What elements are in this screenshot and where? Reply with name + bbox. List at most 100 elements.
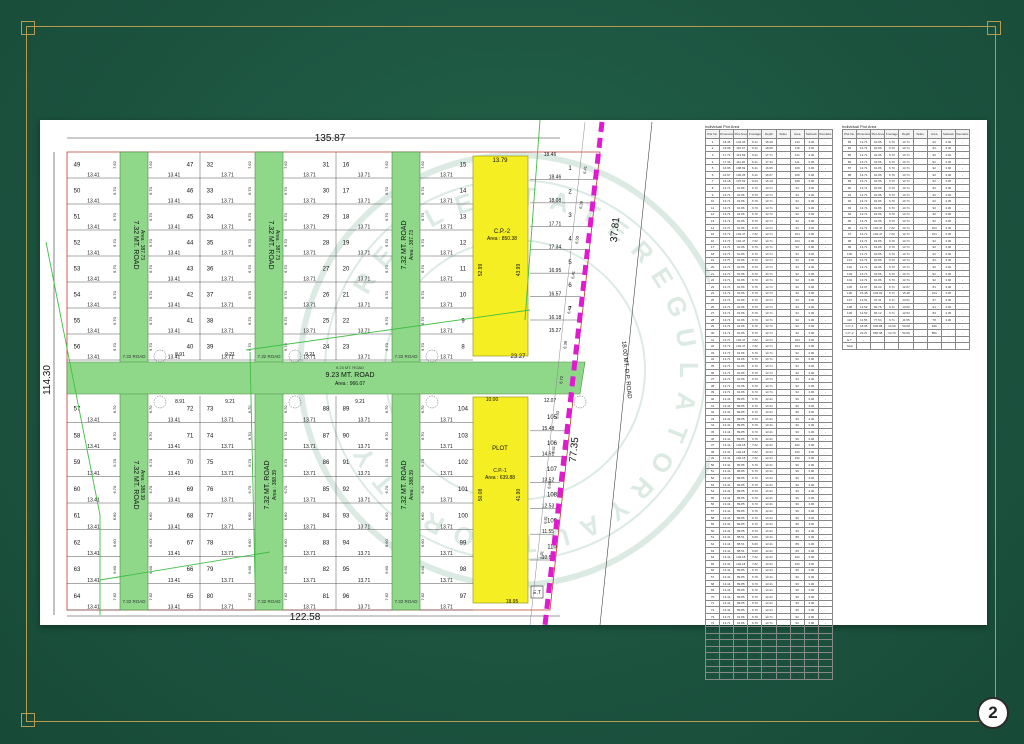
table-cell: 6.70 — [747, 395, 763, 403]
table-cell — [912, 283, 928, 291]
table-cell: 91.86 — [870, 243, 886, 252]
main-road-area: Area : 966.07 — [335, 381, 365, 387]
table-cell: 3.00 — [803, 197, 819, 205]
table-cell: - — [817, 494, 834, 502]
plot-width-dim: 13.41 — [168, 199, 181, 205]
table-cell: 89.85 — [733, 520, 749, 529]
table-cell: 104.47 — [870, 230, 886, 238]
table-cell: 92 — [789, 639, 805, 647]
corner-plot-dim: 9.21 — [305, 352, 315, 358]
table-cell: 13.71 — [719, 639, 735, 647]
table-cell: 13.71 — [719, 625, 735, 634]
table-cell: 6.70 — [747, 639, 763, 647]
table-cell — [912, 316, 928, 324]
table-cell: 92 — [926, 236, 942, 245]
table-cell: 89 — [841, 177, 858, 186]
vertical-road-area: Area : 387.73 — [139, 230, 145, 260]
road-end-label: 7.32 ROAD — [122, 354, 146, 359]
table-cell: 13.71 — [898, 203, 914, 212]
table-cell: 3.00 — [803, 414, 819, 423]
table-cell: - — [817, 606, 834, 614]
table-cell: - — [817, 540, 834, 548]
plot-number: 70 — [187, 460, 194, 466]
table-row: 72 13.41 89.85 6.70 13.41 90 3.00- — [704, 606, 834, 614]
table-row: 65 13.41 102.18 7.62 13.41 102 3.00- — [704, 560, 834, 568]
table-cell — [912, 138, 928, 146]
table-cell: 3.00 — [803, 375, 819, 383]
layout-plan-sheet: REALESTATEREGULATORYAUTHORITY 135.87 114… — [40, 120, 987, 680]
table-cell — [912, 263, 928, 271]
table-cell: 13.41 — [719, 494, 735, 502]
plot-depth-dim: 6.70 — [283, 485, 288, 494]
table-cell: 6.70 — [747, 645, 763, 654]
plot-width-dim: 13.71 — [303, 329, 316, 335]
plot-width-dim: 13.41 — [87, 605, 100, 611]
table-cell: 89.85 — [733, 487, 749, 496]
table-cell — [775, 573, 791, 581]
table-cell: 102 — [789, 553, 805, 561]
table-cell: 91.86 — [733, 296, 749, 304]
table-cell: C.P.-1 — [841, 322, 858, 331]
table-cell: 13.71 — [719, 236, 735, 245]
table-cell: 70 — [704, 592, 721, 601]
table-cell: 3.00 — [940, 210, 956, 219]
table-cell: 6.70 — [884, 276, 900, 285]
plot-number: 75 — [207, 460, 214, 466]
plot-number: 100 — [458, 514, 469, 520]
table-cell: 91.86 — [733, 368, 749, 377]
table-cell — [775, 447, 791, 456]
table-cell: 114 — [789, 151, 805, 159]
table-row: 28 13.71 91.86 6.70 13.71 92 3.00- — [704, 316, 834, 324]
table-row: 88 13.71 91.86 6.70 13.71 92 3.00- — [841, 170, 971, 179]
plot-number: 89 — [343, 407, 350, 413]
table-cell: - — [817, 342, 834, 350]
table-cell: - — [817, 639, 834, 647]
plot-width-dim: 13.41 — [168, 551, 181, 557]
plot-depth-dim: 6.70 — [148, 264, 153, 273]
plot-width-dim: 13.71 — [358, 417, 371, 423]
table-cell: 13.71 — [761, 322, 777, 331]
table-header-cell: Dimension (Plot) — [719, 129, 735, 139]
table-cell — [912, 269, 928, 278]
table-row: 10 13.71 91.86 6.70 13.71 92 3.00- — [704, 197, 834, 205]
table-cell: 89.85 — [733, 480, 749, 489]
table-row: 66 13.41 89.85 6.70 13.41 90 3.00- — [704, 566, 834, 575]
plot-depth-dim: 7.62 — [148, 592, 153, 601]
plot-width-dim: 13.71 — [440, 444, 453, 450]
plot-depth-dim: 6.60 — [112, 565, 117, 574]
table-cell: 13.41 — [761, 599, 777, 608]
table-cell: 6.70 — [747, 190, 763, 199]
table-cell: 6.70 — [747, 467, 763, 476]
table-cell: 92 — [789, 250, 805, 258]
plot-number: 8 — [461, 344, 465, 350]
plot-depth-dim: 6.70 — [384, 238, 389, 247]
table-header-cell: Area — [926, 129, 942, 139]
edge-dim: 6.63 — [554, 410, 560, 419]
table-cell: 13.41 — [761, 560, 777, 568]
plot-depth-dim: 6.70 — [112, 238, 117, 247]
table-row: 101 13.71 91.86 6.70 13.71 92 3.00- — [841, 256, 971, 265]
watermark-letter: G — [659, 292, 694, 322]
table-cell: 3.00 — [803, 454, 819, 463]
table-cell: 6.70 — [747, 487, 763, 496]
plot-number: 50 — [74, 188, 81, 194]
table-row: 95 13.71 91.86 6.70 13.71 92 3.00- — [841, 217, 971, 225]
plot-width-dim: 13.71 — [358, 303, 371, 309]
plot-number: 22 — [343, 318, 350, 324]
plot-depth-dim: 6.70 — [283, 405, 288, 414]
plot-number: 99 — [460, 540, 467, 546]
plot-width-dim: 13.41 — [168, 498, 181, 504]
cp2-label: C.P.-2 — [494, 229, 511, 235]
table-cell: 6.70 — [747, 349, 763, 357]
table-cell: 850 — [926, 329, 942, 337]
table-cell: - — [817, 441, 834, 449]
table-cell: 6.41 — [747, 157, 763, 166]
table-cell: 6.70 — [747, 625, 763, 634]
edge-dim: 6.41 — [570, 270, 576, 279]
table-cell: 90 — [789, 500, 805, 509]
table-cell — [775, 546, 791, 555]
table-cell: 13.71 — [761, 289, 777, 298]
table-cell: 111.20 — [733, 157, 749, 166]
table-cell — [775, 421, 791, 430]
table-cell: 13.41 — [719, 480, 735, 489]
